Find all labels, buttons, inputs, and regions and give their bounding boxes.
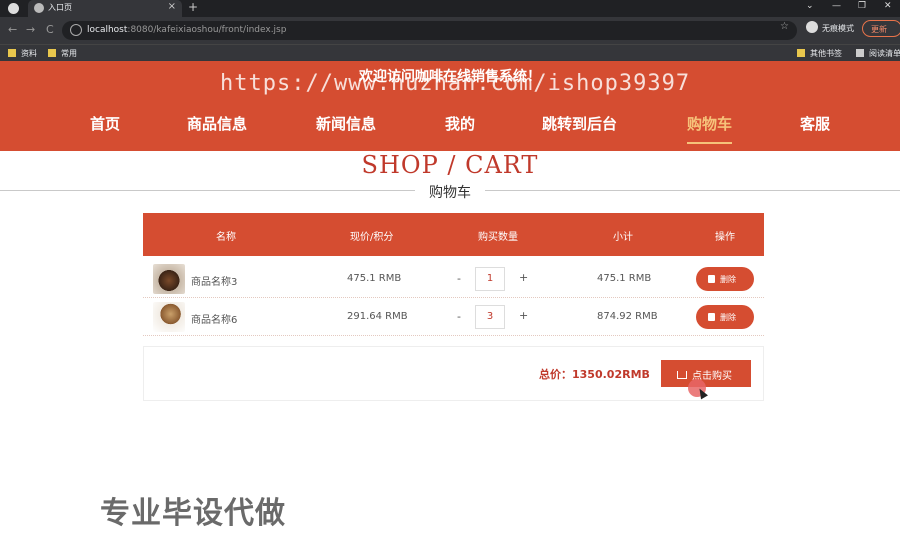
browser-tab[interactable]: 入口页 × [28, 0, 182, 17]
delete-label: 删除 [720, 275, 736, 284]
restore-icon[interactable]: ❐ [858, 1, 866, 11]
delete-button[interactable]: 删除 [696, 267, 754, 291]
bookmark-label: 常用 [61, 49, 77, 58]
bookmark-label: 阅读清单 [869, 49, 900, 58]
delete-label: 删除 [720, 313, 736, 322]
buy-button[interactable]: 点击购买 [661, 360, 751, 387]
update-button[interactable]: 更新 [862, 20, 900, 37]
trash-icon [708, 275, 715, 283]
product-name[interactable]: 商品名称6 [191, 311, 237, 326]
new-tab-icon[interactable]: + [188, 0, 198, 14]
site-info-icon[interactable] [70, 24, 82, 36]
product-price: 475.1 RMB [347, 273, 402, 284]
bookmark-folder[interactable]: 资料 [8, 48, 37, 59]
minimize-icon[interactable]: — [832, 1, 841, 11]
url-input[interactable]: localhost:8080/kafeixiaoshou/front/index… [62, 21, 797, 40]
table-header: 名称 现价/积分 购买数量 小计 操作 [143, 213, 764, 256]
close-window-icon[interactable]: ✕ [884, 1, 892, 11]
url-path: :8080/kafeixiaoshou/front/index.jsp [127, 25, 287, 35]
address-bar-row: ← → C localhost:8080/kafeixiaoshou/front… [0, 17, 900, 44]
decrease-qty-button[interactable]: - [457, 310, 461, 323]
row-subtotal: 475.1 RMB [597, 273, 652, 284]
increase-qty-button[interactable]: + [519, 271, 528, 284]
bookmark-folder[interactable]: 常用 [48, 48, 77, 59]
nav-news[interactable]: 新闻信息 [316, 113, 376, 134]
col-name: 名称 [216, 232, 236, 243]
quantity-input[interactable]: 1 [475, 267, 505, 291]
reload-icon[interactable]: C [46, 23, 54, 36]
product-image[interactable] [153, 264, 185, 294]
nav-cart[interactable]: 购物车 [687, 113, 733, 144]
total-price: 总价：1350.02RMB [539, 368, 650, 381]
cart-summary: 总价：1350.02RMB 点击购买 [143, 346, 764, 401]
col-subtotal: 小计 [613, 232, 633, 243]
nav-admin[interactable]: 跳转到后台 [542, 113, 617, 134]
window-menu-icon[interactable]: ⌄ [806, 1, 814, 11]
bookmark-folder[interactable]: 其他书签 [797, 48, 842, 59]
cart-table: 名称 现价/积分 购买数量 小计 操作 商品名称3 475.1 RMB - 1 … [143, 213, 764, 336]
trash-icon [708, 313, 715, 321]
quantity-input[interactable]: 3 [475, 305, 505, 329]
bookmark-star-icon[interactable]: ☆ [780, 21, 789, 32]
page-subtitle: 购物车 [429, 185, 471, 201]
browser-tab-bar: 入口页 × + ⌄ — ❐ ✕ [0, 0, 900, 17]
browser-menu-icon[interactable] [8, 3, 19, 14]
increase-qty-button[interactable]: + [519, 309, 528, 322]
col-action: 操作 [715, 232, 735, 243]
back-icon[interactable]: ← [8, 23, 17, 36]
delete-button[interactable]: 删除 [696, 305, 754, 329]
product-image[interactable] [153, 302, 185, 332]
row-subtotal: 874.92 RMB [597, 311, 658, 322]
tab-title: 入口页 [48, 3, 72, 12]
folder-icon [48, 49, 56, 57]
nav-products[interactable]: 商品信息 [187, 113, 247, 134]
tab-favicon-icon [34, 3, 44, 13]
overlay-watermark: https://www.huzhan.com/ishop39397 [220, 71, 691, 96]
incognito-label: 无痕模式 [822, 24, 854, 33]
col-price: 现价/积分 [350, 232, 394, 243]
reading-list-icon [856, 49, 864, 57]
table-row: 商品名称3 475.1 RMB - 1 + 475.1 RMB 删除 [143, 260, 764, 298]
page-title: SHOP / CART [361, 151, 539, 179]
product-price: 291.64 RMB [347, 311, 408, 322]
nav-home[interactable]: 首页 [90, 113, 120, 134]
product-name[interactable]: 商品名称3 [191, 273, 237, 288]
nav-mine[interactable]: 我的 [445, 113, 475, 134]
forward-icon[interactable]: → [26, 23, 35, 36]
site-header: 欢迎访问咖啡在线销售系统！ https://www.huzhan.com/ish… [0, 61, 900, 151]
cart-icon [677, 371, 687, 379]
bookmark-label: 其他书签 [810, 49, 842, 58]
folder-icon [797, 49, 805, 57]
reading-list[interactable]: 阅读清单 [856, 48, 900, 59]
main-nav: 首页 商品信息 新闻信息 我的 跳转到后台 购物车 客服 [0, 99, 900, 151]
bookmark-label: 资料 [21, 49, 37, 58]
url-host: localhost [87, 25, 128, 35]
decrease-qty-button[interactable]: - [457, 272, 461, 285]
bookmarks-bar: 资料 常用 其他书签 阅读清单 [0, 44, 900, 61]
nav-service[interactable]: 客服 [800, 113, 830, 134]
tab-close-icon[interactable]: × [168, 1, 176, 12]
folder-icon [8, 49, 16, 57]
table-row: 商品名称6 291.64 RMB - 3 + 874.92 RMB 删除 [143, 298, 764, 336]
bottom-watermark: 专业毕设代做 [100, 496, 286, 531]
incognito-icon [806, 21, 818, 33]
col-qty: 购买数量 [478, 232, 518, 243]
